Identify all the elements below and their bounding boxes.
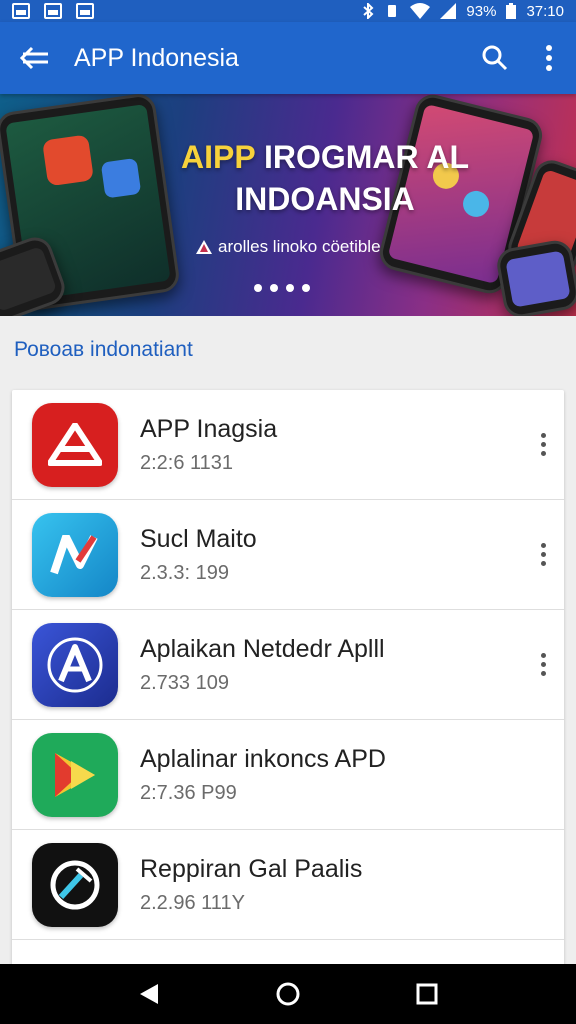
app-name: Sucl Maito: [140, 524, 257, 553]
app-name: Reppiran Gal Paalis: [140, 854, 363, 883]
clock: 37:10: [526, 2, 564, 20]
app-circle-icon: [32, 842, 118, 927]
system-indicators: 93% 37:10: [362, 3, 564, 20]
carousel-dot[interactable]: [254, 284, 262, 292]
circle-home-icon: [276, 982, 300, 1006]
app-list: APP Inagsia 2:2:6 1131 Sucl Maito 2.3.3:…: [12, 390, 564, 970]
list-item[interactable]: Aplaikan Netdedr Aplll 2.733 109: [12, 610, 564, 720]
search-button[interactable]: [468, 22, 522, 94]
app-version: 2:2:6 1131: [140, 451, 234, 474]
app-version: 2.3.3: 199: [140, 561, 229, 584]
carousel-dot[interactable]: [286, 284, 294, 292]
banner-headline-highlight: AIPP: [180, 139, 256, 175]
section-title: Ровоав indonatiant: [14, 338, 193, 361]
app-bar: APP Indonesia: [0, 22, 576, 94]
back-button[interactable]: [0, 22, 70, 94]
banner-headline-rest: IROGMAR AL: [255, 139, 469, 175]
list-item[interactable]: Aplalinar inkoncs APD 2:7.36 P99: [12, 720, 564, 830]
app-a-icon: [32, 622, 118, 707]
more-vert-icon: [546, 45, 552, 71]
vibrate-icon: [388, 5, 397, 17]
nav-recents-button[interactable]: [402, 969, 452, 1019]
nav-home-button[interactable]: [263, 969, 313, 1019]
banner-phone-bottom-right: [494, 237, 576, 316]
app-version: 2.733 109: [140, 671, 229, 694]
image-notification-icon: [76, 3, 94, 19]
app-version: 2.2.96 111Y: [140, 891, 245, 914]
promo-banner[interactable]: AIPP IROGMAR AL INDOANSIA arolles linoko…: [0, 94, 576, 316]
banner-headline: AIPP IROGMAR AL INDOANSIA: [160, 136, 490, 220]
item-menu-button[interactable]: [532, 646, 554, 682]
navigation-bar: [0, 964, 576, 1024]
page-title: APP Indonesia: [74, 43, 239, 72]
app-name: APP Inagsia: [140, 414, 278, 443]
signal-icon: [440, 3, 457, 19]
status-bar: 93% 37:10: [0, 0, 576, 22]
gallery-notification-icon: [12, 3, 30, 19]
banner-subtitle-text: arolles linoko cöetible: [218, 237, 381, 256]
list-item[interactable]: Reppiran Gal Paalis 2.2.96 111Y: [12, 830, 564, 940]
arrow-back-icon: [20, 46, 48, 70]
list-item[interactable]: APP Inagsia 2:2:6 1131: [12, 390, 564, 500]
bluetooth-icon: [363, 3, 374, 19]
app-play-icon: [32, 732, 118, 817]
wifi-icon: [410, 3, 431, 19]
book-notification-icon: [44, 3, 62, 19]
search-icon: [482, 45, 508, 71]
app-name: Aplaikan Netdedr Aplll: [140, 634, 385, 663]
app-version: 2:7.36 P99: [140, 781, 237, 804]
app-name: Aplalinar inkoncs APD: [140, 744, 386, 773]
banner-subtitle: arolles linoko cöetible: [196, 237, 381, 257]
carousel-indicator[interactable]: [254, 284, 310, 292]
app-n-icon: [32, 512, 118, 597]
nav-back-button[interactable]: [124, 969, 174, 1019]
app-red-icon: [32, 402, 118, 487]
carousel-dot[interactable]: [302, 284, 310, 292]
carousel-dot[interactable]: [270, 284, 278, 292]
item-menu-button[interactable]: [532, 426, 554, 462]
notification-icons: [12, 3, 94, 19]
banner-headline-line2: INDOANSIA: [235, 181, 415, 217]
triangle-back-icon: [140, 984, 159, 1004]
warning-triangle-icon: [196, 240, 212, 254]
square-recents-icon: [416, 983, 438, 1005]
list-item[interactable]: Sucl Maito 2.3.3: 199: [12, 500, 564, 610]
item-menu-button[interactable]: [532, 536, 554, 572]
battery-percent: 93%: [466, 2, 497, 20]
battery-icon: [506, 3, 517, 19]
overflow-menu-button[interactable]: [522, 22, 576, 94]
